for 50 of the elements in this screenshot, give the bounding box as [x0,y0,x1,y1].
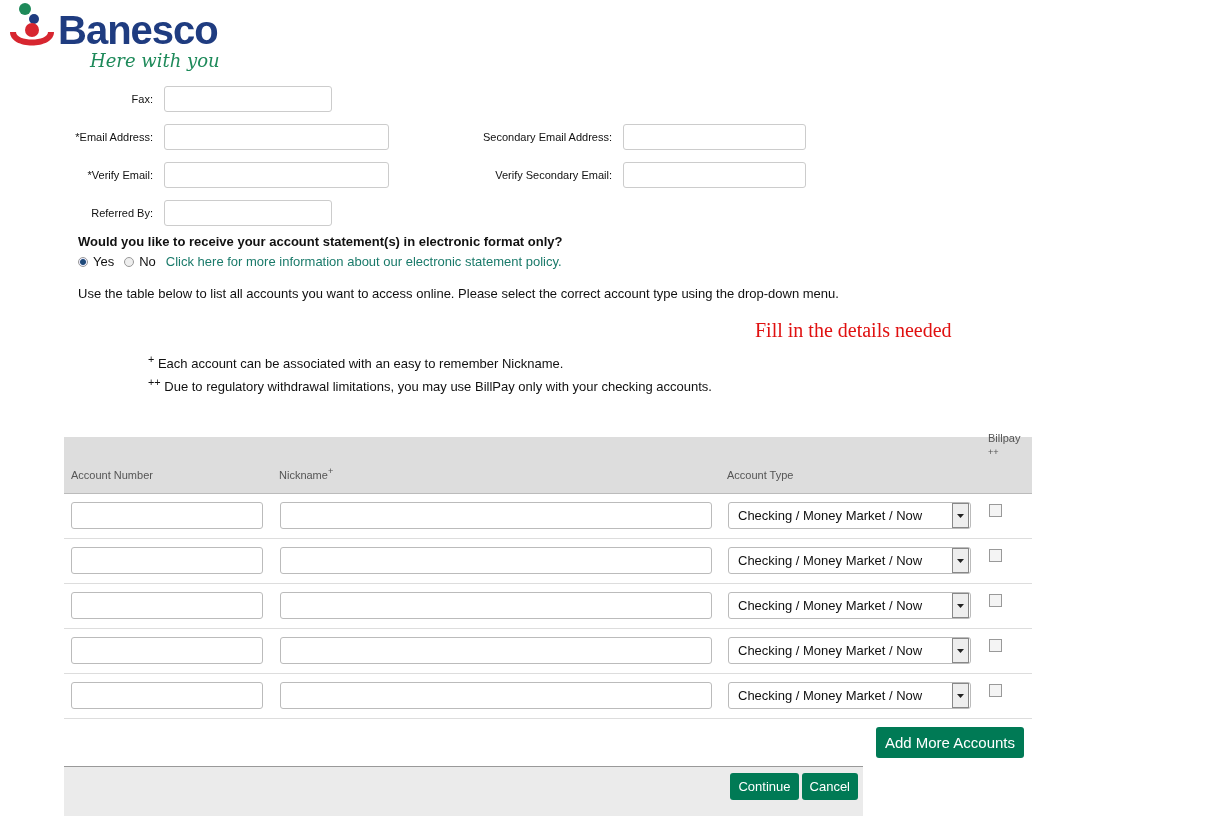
account-type-dropdown[interactable]: Checking / Money Market / Now [728,592,971,620]
footnote-text: $^{++}$ Due to regulatory withdrawal limitations, you may use BillPay only with your checking accounts. [148,375,713,397]
billpay-checkbox[interactable] [989,549,1002,563]
field-label: Verify Secondary Email: [494,169,613,181]
nickname-field[interactable] [280,547,712,575]
input-field[interactable] [623,162,806,188]
input-field[interactable] [164,162,389,188]
input-field[interactable] [164,124,389,150]
logo-tagline: Here with you [90,50,220,72]
question-text: Would you like to receive your account statement(s) in electronic format only? [77,234,564,249]
input-field[interactable] [623,124,806,150]
account-number-field[interactable] [71,502,263,530]
annotation-text: Fill in the details needed [755,319,952,341]
field-label: Secondary Email Address: [482,131,613,143]
radio-button[interactable] [124,256,135,267]
radio-button[interactable] [78,256,88,267]
logo-wordmark: Banesco [58,10,219,50]
billpay-checkbox[interactable] [989,684,1002,698]
column-header: Account Number [70,468,154,483]
account-type-dropdown[interactable]: Checking / Money Market / Now [728,547,971,575]
field-label: Fax: [130,93,154,105]
nickname-field[interactable] [280,682,712,710]
billpay-checkbox[interactable] [989,594,1002,608]
column-header: Nickname$^{+}$ [278,466,335,483]
instructions-text: Use the table below to list all accounts you want to access online. Please select the correct account type using the drop-down menu. [78,285,840,303]
add-accounts-button[interactable]: Add More Accounts [875,726,1024,758]
account-number-field[interactable] [71,682,263,710]
field-label: Referred By: [90,207,154,219]
input-field[interactable] [164,200,332,226]
radio-option[interactable]: Yes [78,254,115,269]
billpay-checkbox[interactable] [989,639,1002,653]
input-field[interactable] [164,86,332,112]
account-number-field[interactable] [71,547,263,575]
radio-option[interactable]: No [124,254,156,269]
billpay-checkbox[interactable] [989,504,1002,518]
footer-button[interactable]: Cancel [801,772,858,800]
footer-button[interactable]: Continue [730,772,799,800]
footnote-text: $^{+}$ Each account can be associated with an easy to remember Nickname. [148,352,565,374]
column-header: Account Type [726,468,795,483]
account-type-dropdown[interactable]: Checking / Money Market / Now [728,682,971,710]
field-label: *Verify Email: [86,169,154,181]
account-type-dropdown[interactable]: Checking / Money Market / Now [728,637,971,665]
field-label: *Email Address: [74,131,154,143]
account-number-field[interactable] [71,637,263,665]
account-type-dropdown[interactable]: Checking / Money Market / Now [728,502,971,530]
nickname-field[interactable] [280,637,712,665]
policy-link[interactable]: Click here for more information about our electronic statement policy. [165,254,562,269]
nickname-field[interactable] [280,592,712,620]
account-number-field[interactable] [71,592,263,620]
nickname-field[interactable] [280,502,712,530]
